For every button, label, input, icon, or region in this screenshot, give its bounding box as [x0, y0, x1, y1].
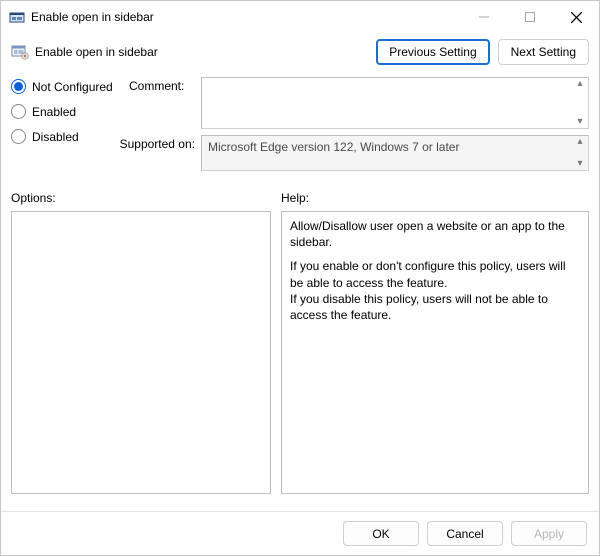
radio-indicator: [11, 79, 26, 94]
apply-button[interactable]: Apply: [511, 521, 587, 546]
footer: OK Cancel Apply: [1, 511, 599, 555]
supported-label: Supported on:: [111, 135, 201, 151]
scroll-down-icon[interactable]: ▾: [574, 117, 586, 127]
state-radio-group: Not Configured Enabled Disabled: [11, 77, 129, 144]
supported-row: Supported on: Microsoft Edge version 122…: [129, 135, 589, 171]
previous-setting-button[interactable]: Previous Setting: [376, 39, 489, 65]
radio-label: Disabled: [32, 130, 79, 144]
subheader: Enable open in sidebar Previous Setting …: [1, 33, 599, 75]
options-panel: [11, 211, 271, 494]
options-label: Options:: [11, 191, 271, 205]
radio-enabled[interactable]: Enabled: [11, 104, 129, 119]
comment-input[interactable]: ▴ ▾: [201, 77, 589, 129]
help-label: Help:: [281, 191, 309, 205]
radio-not-configured[interactable]: Not Configured: [11, 79, 129, 94]
maximize-button[interactable]: [507, 1, 553, 33]
policy-icon: [11, 44, 29, 60]
help-text-line: If you disable this policy, users will n…: [290, 291, 580, 323]
help-panel: Allow/Disallow user open a website or an…: [281, 211, 589, 494]
window-title: Enable open in sidebar: [31, 10, 154, 24]
next-setting-button[interactable]: Next Setting: [498, 39, 589, 65]
radio-label: Not Configured: [32, 80, 113, 94]
panels: Allow/Disallow user open a website or an…: [1, 209, 599, 494]
supported-on-value: Microsoft Edge version 122, Windows 7 or…: [208, 140, 459, 154]
panels-labels: Options: Help:: [1, 177, 599, 209]
minimize-button[interactable]: [461, 1, 507, 33]
ok-button[interactable]: OK: [343, 521, 419, 546]
comment-row: Comment: ▴ ▾: [129, 77, 589, 129]
supported-on-box: Microsoft Edge version 122, Windows 7 or…: [201, 135, 589, 171]
close-button[interactable]: [553, 1, 599, 33]
scroll-up-icon[interactable]: ▴: [574, 79, 586, 89]
radio-label: Enabled: [32, 105, 76, 119]
fields-column: Comment: ▴ ▾ Supported on: Microsoft Edg…: [129, 77, 589, 177]
help-text-line: Allow/Disallow user open a website or an…: [290, 218, 580, 250]
titlebar: Enable open in sidebar: [1, 1, 599, 33]
scroll-down-icon[interactable]: ▾: [574, 159, 586, 169]
cancel-button[interactable]: Cancel: [427, 521, 503, 546]
scroll-up-icon[interactable]: ▴: [574, 137, 586, 147]
radio-indicator: [11, 129, 26, 144]
config-row: Not Configured Enabled Disabled Comment:…: [1, 75, 599, 177]
radio-indicator: [11, 104, 26, 119]
policy-title: Enable open in sidebar: [35, 45, 158, 59]
comment-label: Comment:: [129, 77, 201, 93]
app-icon: [9, 9, 25, 25]
help-text-line: If you enable or don't configure this po…: [290, 258, 580, 290]
